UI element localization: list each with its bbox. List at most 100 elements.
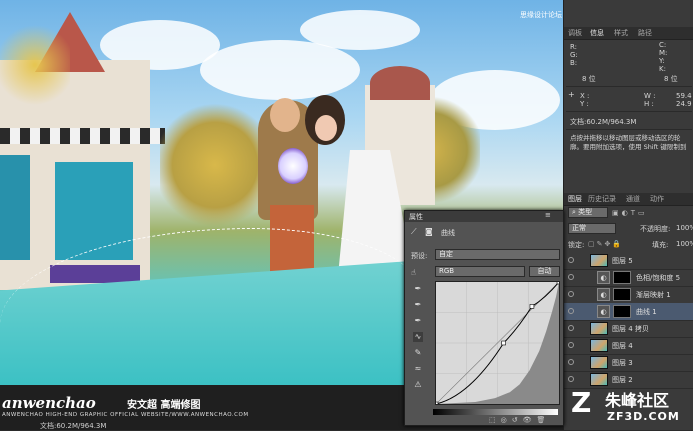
input-gradient (433, 409, 558, 415)
crosshair-icon: + (568, 90, 575, 99)
tab-actions[interactable]: 动作 (650, 194, 664, 204)
info-c-label: C: (659, 41, 667, 49)
pencil-icon[interactable]: ✎ (413, 348, 423, 358)
curve-point-tool-icon[interactable]: ∿ (413, 332, 423, 342)
eye-icon[interactable] (568, 291, 574, 297)
mask-icon[interactable]: ◙ (425, 227, 433, 236)
dialog-titlebar[interactable]: 属性 ≡ (405, 211, 563, 222)
layer-row[interactable]: 图层 5 (564, 252, 693, 270)
eyedropper-gray-icon[interactable]: ✒ (413, 300, 423, 310)
fill-value[interactable]: 100% (676, 240, 693, 248)
preset-label: 预设: (411, 252, 428, 260)
layer-row[interactable]: ◐ 渐层映射 1 (564, 286, 693, 304)
layer-row[interactable]: ◐ 曲线 1 (564, 303, 693, 321)
layer-row[interactable]: 图层 4 (564, 337, 693, 355)
info-hint: 点按并拖移以移动图层或移动选区的轮廓。要用附加选项，使用 Shift 键限制到 … (570, 134, 687, 151)
layer-name: 图层 2 (612, 376, 633, 384)
layer-row[interactable]: 图层 4 拷贝 (564, 320, 693, 338)
tab-layers[interactable]: 图层 (568, 194, 582, 204)
adjustment-layer-icon: ◐ (597, 288, 610, 301)
eyedropper-white-icon[interactable]: ✒ (413, 316, 423, 326)
curve-control-point[interactable] (501, 340, 506, 346)
layer-filter-dropdown[interactable]: ⌕ 类型 (568, 207, 608, 218)
filter-icons[interactable]: ▣◐T▭ (612, 209, 648, 217)
layer-thumbnail (590, 254, 608, 267)
right-panel: 调板 信息 样式 路径 R: G: B: C: M: Y: K: 8 位 8 位… (563, 0, 693, 430)
curves-adjust-icon: ⟋ (411, 227, 417, 236)
blend-mode-dropdown[interactable]: 正常 (568, 223, 616, 234)
eyedropper-black-icon[interactable]: ✒ (413, 284, 423, 294)
eye-icon[interactable] (568, 257, 574, 263)
info-h-value: 24.9 (676, 100, 692, 108)
info-b-label: B: (570, 59, 578, 67)
info-w-value: 59.4 (676, 92, 692, 100)
divider (566, 86, 692, 87)
eye-icon[interactable] (568, 274, 574, 280)
layer-mask-thumbnail[interactable] (613, 305, 631, 318)
layer-row[interactable]: 图层 3 (564, 354, 693, 372)
eye-icon[interactable] (568, 308, 574, 314)
right-dome (370, 66, 430, 100)
divider (566, 129, 692, 130)
brand-logo-text: anwenchao (2, 394, 96, 412)
curve-control-point[interactable] (556, 281, 560, 285)
layer-thumbnail (590, 373, 608, 386)
on-image-adjust-icon[interactable]: ☝ (411, 268, 416, 277)
bride-face (315, 115, 337, 141)
tab-styles[interactable]: 样式 (614, 28, 628, 38)
tab-channels[interactable]: 通道 (626, 194, 640, 204)
dialog-subtitle: 曲线 (441, 229, 455, 237)
dialog-footer-icons[interactable]: ⬚◎↺👁🗑 (489, 416, 550, 424)
opacity-value[interactable]: 100% (676, 224, 693, 232)
eye-icon[interactable] (568, 359, 574, 365)
awning (0, 128, 165, 144)
lock-label: 锁定: (568, 241, 585, 249)
smooth-icon[interactable]: ≈ (413, 364, 423, 374)
curve-control-point[interactable] (529, 304, 535, 309)
tab-history[interactable]: 历史记录 (588, 194, 616, 204)
adjustment-layer-icon: ◐ (597, 305, 610, 318)
layer-filter-label: 类型 (578, 208, 593, 216)
lock-icons[interactable]: ▢✎✥🔒 (588, 240, 623, 248)
fill-label: 填充: (652, 241, 669, 249)
layer-mask-thumbnail[interactable] (613, 271, 631, 284)
eye-icon[interactable] (568, 325, 574, 331)
preset-dropdown[interactable]: 自定 (435, 249, 560, 260)
curves-graph[interactable] (435, 281, 560, 405)
layer-name: 曲线 1 (636, 308, 657, 316)
curve-control-point[interactable] (435, 401, 439, 405)
channel-dropdown[interactable]: RGB (435, 266, 525, 277)
layers-tabs: 图层 历史记录 通道 动作 (564, 193, 693, 206)
divider (566, 111, 692, 112)
eye-icon[interactable] (568, 376, 574, 382)
logo-mark-icon: Z (571, 386, 592, 419)
auto-button[interactable]: 自动 (529, 266, 560, 277)
layer-name: 色相/饱和度 5 (636, 274, 681, 282)
info-bit-right: 8 位 (664, 75, 678, 83)
eye-icon[interactable] (568, 342, 574, 348)
info-m-label: M: (659, 49, 668, 57)
tab-info[interactable]: 信息 (590, 28, 604, 38)
layer-name: 图层 5 (612, 257, 633, 265)
site-logo: Z 朱峰社区 ZF3D.COM (567, 386, 693, 430)
tree (0, 20, 70, 110)
cloud (200, 40, 360, 100)
info-bit-left: 8 位 (582, 75, 596, 83)
layer-mask-thumbnail[interactable] (613, 288, 631, 301)
curves-properties-dialog[interactable]: 属性 ≡ ⟋ ◙ 曲线 预设: 自定 ☝ RGB 自动 ✒ ✒ ✒ ∿ ✎ ≈ … (404, 210, 564, 426)
info-y-coord-label: Y : (580, 100, 589, 108)
dialog-title: 属性 (409, 213, 423, 221)
info-h-label: H : (644, 100, 654, 108)
info-k-label: K: (659, 65, 666, 73)
panel-menu-icon[interactable]: ≡ (545, 211, 551, 219)
info-tabs: 调板 信息 样式 路径 (564, 27, 693, 40)
adjustment-layer-icon: ◐ (597, 271, 610, 284)
tab-paths[interactable]: 路径 (638, 28, 652, 38)
info-r-label: R: (570, 43, 578, 51)
tab-adjust[interactable]: 调板 (568, 28, 582, 38)
layer-row[interactable]: ◐ 色相/饱和度 5 (564, 269, 693, 287)
brand-chinese: 安文超 高端修图 (127, 400, 201, 411)
warning-icon: ⚠ (414, 380, 422, 389)
info-x-label: X : (580, 92, 590, 100)
opacity-label: 不透明度: (640, 225, 671, 233)
